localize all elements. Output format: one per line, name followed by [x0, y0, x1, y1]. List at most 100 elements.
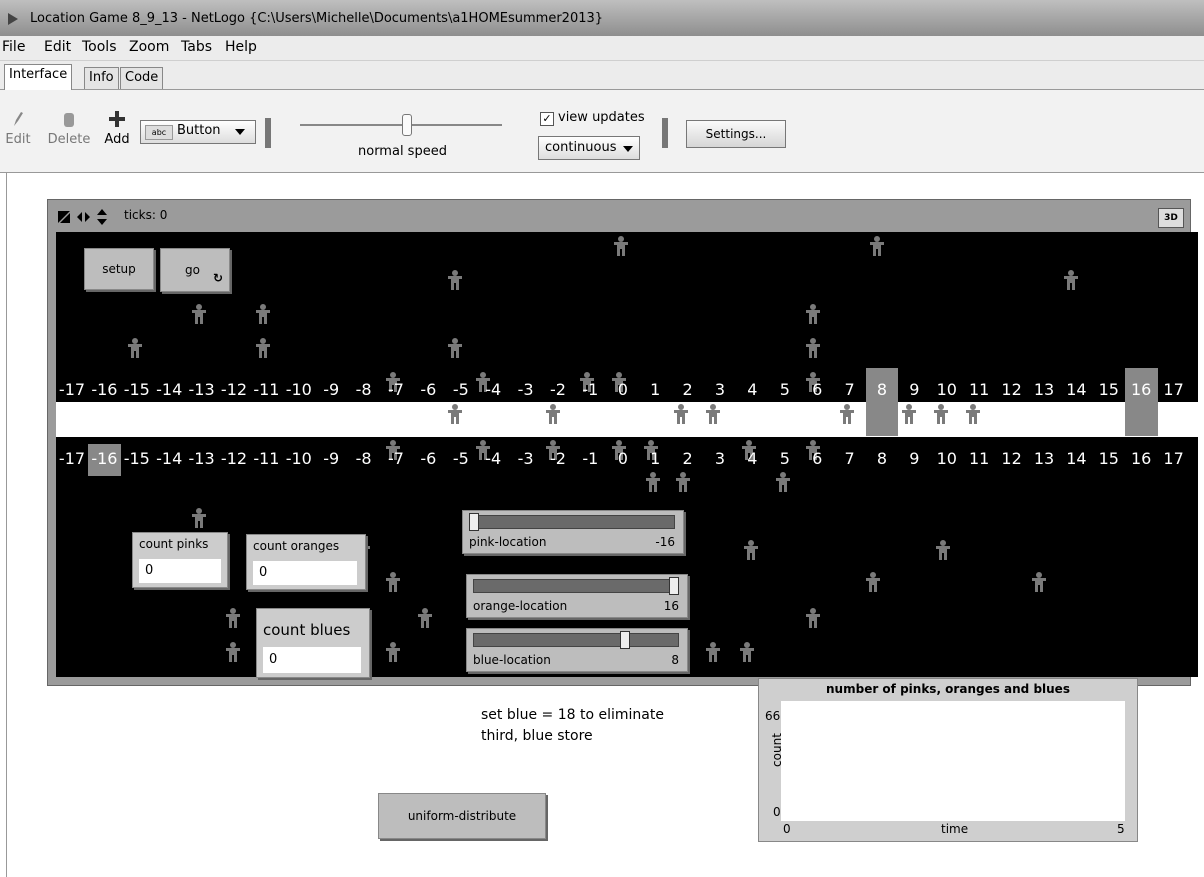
person-turtle-icon [806, 304, 820, 324]
edit-label: Edit [5, 132, 31, 147]
person-turtle-icon [806, 338, 820, 358]
menu-help[interactable]: Help [225, 39, 257, 55]
menu-file[interactable]: File [2, 39, 25, 55]
top-number-label: -2 [550, 380, 566, 399]
menu-zoom[interactable]: Zoom [129, 39, 169, 55]
person-turtle-icon [546, 404, 560, 424]
pink-location-slider[interactable]: pink-location -16 [462, 510, 684, 554]
bottom-number-label: -12 [220, 449, 248, 468]
menu-tools[interactable]: Tools [82, 39, 117, 55]
top-number-label: -17 [58, 380, 86, 399]
top-number-label: 4 [747, 380, 758, 399]
speed-slider-thumb[interactable] [402, 114, 412, 136]
bottom-number-label: -10 [285, 449, 312, 468]
delete-button[interactable]: Delete [46, 110, 92, 147]
orange-slider-thumb[interactable] [669, 577, 679, 595]
bottom-number-label: -6 [420, 449, 437, 468]
person-turtle-icon [840, 404, 854, 424]
setup-button[interactable]: setup [84, 248, 154, 290]
person-turtle-icon [934, 404, 948, 424]
tab-info[interactable]: Info [84, 67, 119, 89]
bottom-number-label: -17 [58, 449, 86, 468]
bottom-number-label: 4 [747, 449, 758, 468]
orange-slider-label: orange-location [473, 599, 568, 613]
top-number-label: -1 [582, 380, 599, 399]
bottom-number-label: 10 [936, 449, 957, 468]
title-bar: Location Game 8_9_13 - NetLogo {C:\Users… [0, 0, 1204, 36]
top-number-label: 8 [876, 380, 888, 399]
menu-tabs[interactable]: Tabs [181, 39, 212, 55]
person-turtle-icon [870, 236, 884, 256]
plot-y-max: 66 [765, 709, 781, 723]
person-turtle-icon [386, 642, 400, 662]
top-number-label: -6 [420, 380, 437, 399]
tab-interface[interactable]: Interface [4, 64, 73, 90]
bottom-number-label: -4 [485, 449, 502, 468]
pink-slider-thumb[interactable] [469, 513, 479, 531]
top-number-label: -13 [188, 380, 215, 399]
ticks-counter: ticks: 0 [124, 208, 168, 222]
bottom-number-label: 2 [682, 449, 693, 468]
count-oranges-value: 0 [253, 561, 357, 585]
bottom-number-label: -9 [323, 449, 340, 468]
tab-code[interactable]: Code [120, 67, 164, 89]
chevron-down-icon [623, 146, 633, 152]
blue-slider-thumb[interactable] [620, 631, 630, 649]
blue-slider-value: 8 [671, 653, 679, 667]
note-text: set blue = 18 to eliminate third, blue s… [481, 705, 664, 747]
top-number-label: -10 [285, 380, 312, 399]
person-turtle-icon [256, 338, 270, 358]
pencil-icon [14, 112, 23, 126]
plot-y-min: 0 [773, 805, 781, 819]
go-button[interactable]: go ↻ [160, 248, 230, 292]
top-number-label: 11 [969, 380, 990, 399]
bottom-number-label: 3 [714, 449, 726, 468]
person-turtle-icon [1032, 572, 1046, 592]
add-button[interactable]: Add [102, 110, 132, 147]
chevron-down-icon [235, 129, 245, 135]
speed-label: normal speed [358, 144, 447, 159]
orange-slider-value: 16 [663, 599, 679, 613]
blue-slider-label: blue-location [473, 653, 551, 667]
view-updates-checkbox[interactable]: ✓ [540, 112, 554, 126]
blue-slider-track[interactable] [473, 633, 679, 647]
three-d-button[interactable]: 3D [1158, 208, 1184, 228]
edit-button[interactable]: Edit [0, 110, 36, 147]
plot-area [781, 701, 1125, 821]
orange-slider-track[interactable] [473, 579, 679, 593]
top-number-label: -15 [123, 380, 150, 399]
speed-slider-track[interactable] [300, 124, 502, 126]
top-number-label: 14 [1066, 380, 1087, 399]
person-turtle-icon [226, 642, 240, 662]
top-highlight-patch [866, 368, 899, 436]
blue-location-slider[interactable]: blue-location 8 [466, 628, 688, 672]
uniform-distribute-button[interactable]: uniform-distribute [378, 793, 546, 839]
person-turtle-icon [744, 540, 758, 560]
menu-edit[interactable]: Edit [44, 39, 71, 55]
person-turtle-icon [386, 572, 400, 592]
bottom-number-label: 17 [1163, 449, 1184, 468]
person-turtle-icon [448, 270, 462, 290]
top-number-label: -12 [220, 380, 248, 399]
top-number-label: -7 [388, 380, 404, 399]
settings-button[interactable]: Settings... [686, 120, 786, 148]
pink-slider-track[interactable] [469, 515, 675, 529]
person-turtle-icon [676, 472, 690, 492]
update-mode-select[interactable]: continuous [538, 136, 640, 160]
top-highlight-patch [1125, 368, 1158, 436]
top-number-label: 1 [650, 380, 661, 399]
person-turtle-icon [448, 338, 462, 358]
population-plot: number of pinks, oranges and blues 66 co… [758, 678, 1138, 842]
bottom-number-label: 15 [1098, 449, 1119, 468]
top-number-label: 13 [1033, 380, 1055, 399]
bottom-number-label: 11 [969, 449, 990, 468]
add-label: Add [104, 132, 130, 147]
count-oranges-monitor: count oranges 0 [246, 534, 366, 590]
top-number-label: -14 [156, 380, 183, 399]
orange-location-slider[interactable]: orange-location 16 [466, 574, 688, 618]
widget-type-select[interactable]: abc Button [140, 120, 256, 144]
plus-icon [109, 111, 125, 127]
top-number-label: -5 [452, 380, 469, 399]
person-turtle-icon [776, 472, 790, 492]
person-turtle-icon [226, 608, 240, 628]
